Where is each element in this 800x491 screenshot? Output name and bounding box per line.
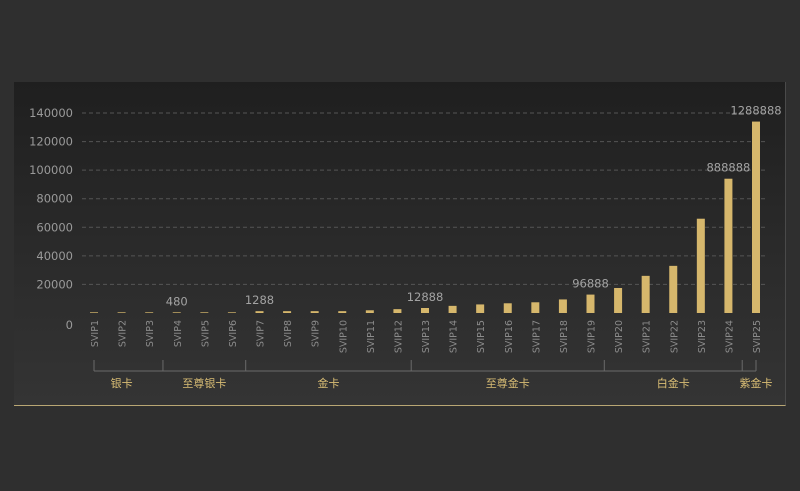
- bar: [145, 312, 154, 313]
- y-tick-label: 60000: [36, 220, 73, 234]
- tier-label: 银卡: [111, 376, 133, 390]
- tier-label: 白金卡: [657, 376, 690, 390]
- x-tick-label: SVIP2: [118, 320, 129, 347]
- bar: [724, 178, 733, 313]
- x-tick-label: SVIP7: [256, 320, 267, 347]
- x-tick-label: SVIP4: [173, 320, 184, 347]
- tier-label: 至尊银卡: [182, 376, 226, 390]
- bar: [614, 288, 623, 313]
- bar: [393, 309, 402, 313]
- x-tick-label: SVIP19: [587, 320, 598, 353]
- data-label: 96888: [572, 277, 609, 291]
- x-tick-label: SVIP11: [366, 320, 377, 353]
- x-tick-label: SVIP22: [669, 320, 680, 353]
- bar: [421, 308, 429, 313]
- y-tick-label: 20000: [36, 277, 73, 291]
- y-tick-label: 120000: [29, 135, 73, 149]
- data-label: 1288888: [730, 104, 781, 118]
- data-label: 480: [166, 294, 188, 308]
- x-tick-label: SVIP1: [90, 320, 101, 347]
- x-tick-label: SVIP10: [338, 320, 349, 353]
- y-tick-label: 100000: [29, 163, 73, 177]
- x-tick-label: SVIP3: [145, 320, 156, 347]
- x-tick-label: SVIP9: [311, 320, 322, 347]
- chart-panel: 0 20000 40000 60000 80000 100000 120000 140000 4…: [14, 82, 786, 406]
- x-tick-label: SVIP17: [531, 320, 542, 353]
- bar: [338, 311, 347, 313]
- bar: [227, 312, 236, 313]
- bar: [448, 305, 457, 313]
- x-tick-label: SVIP6: [228, 320, 239, 347]
- bar: [558, 299, 567, 313]
- bar: [365, 310, 374, 313]
- x-tick-label: SVIP16: [504, 320, 515, 353]
- bar: [669, 265, 678, 313]
- bar: [696, 218, 705, 313]
- tier-label: 金卡: [317, 376, 339, 390]
- y-tick-label: 80000: [36, 192, 73, 206]
- bar: [255, 311, 264, 313]
- bar: [503, 303, 512, 313]
- x-tick-label: SVIP25: [752, 320, 763, 353]
- bar: [531, 302, 540, 313]
- x-tick-label: SVIP14: [449, 320, 460, 353]
- bar: [752, 121, 760, 313]
- tier-label: 至尊金卡: [486, 376, 530, 390]
- bar: [310, 311, 319, 313]
- bar: [476, 304, 485, 313]
- x-tick-label: SVIP13: [421, 320, 432, 353]
- y-tick-label: 0: [66, 318, 73, 332]
- bar: [641, 275, 650, 313]
- bar: [586, 294, 595, 313]
- bar: [90, 312, 98, 313]
- bar: [200, 312, 209, 313]
- data-label: 1288: [245, 293, 274, 307]
- x-tick-label: SVIP21: [642, 320, 653, 353]
- x-tick-label: SVIP23: [697, 320, 708, 353]
- bar-chart: 0 20000 40000 60000 80000 100000 120000 140000 4…: [29, 104, 782, 390]
- bar: [172, 312, 181, 313]
- x-tick-label: SVIP8: [283, 320, 294, 347]
- x-tick-label: SVIP5: [200, 320, 211, 347]
- data-label: 12888: [407, 290, 444, 304]
- x-tick-label: SVIP12: [393, 320, 404, 353]
- data-label: 888888: [706, 161, 750, 175]
- x-tick-label: SVIP24: [724, 320, 735, 353]
- x-tick-label: SVIP15: [476, 320, 487, 353]
- bar: [117, 312, 126, 313]
- x-tick-label: SVIP20: [614, 320, 625, 353]
- y-tick-label: 140000: [29, 106, 73, 120]
- x-tick-label: SVIP18: [559, 320, 570, 353]
- bar: [283, 311, 292, 313]
- tier-label: 紫金卡: [740, 376, 773, 390]
- y-tick-label: 40000: [36, 249, 73, 263]
